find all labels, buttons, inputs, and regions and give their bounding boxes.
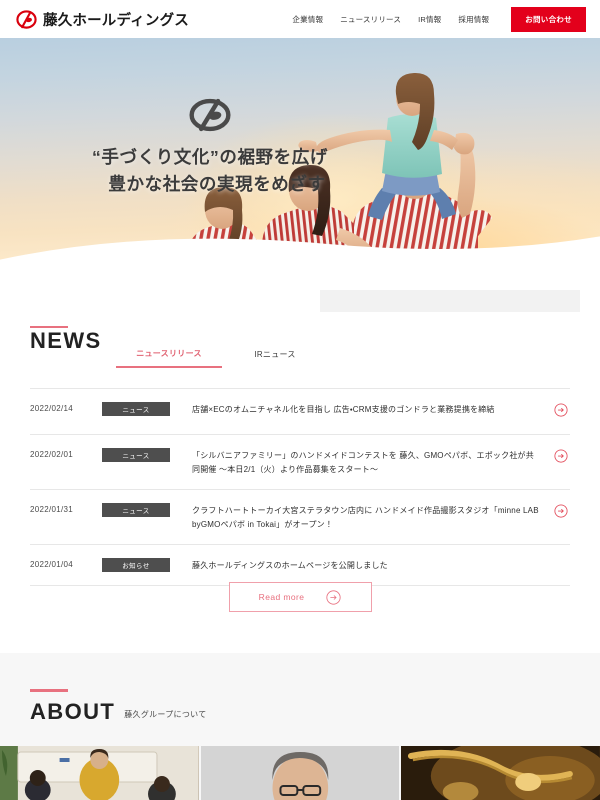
- contact-button[interactable]: お問い合わせ: [511, 6, 586, 32]
- hero-bottom-curve: [0, 236, 600, 290]
- nav-item-company[interactable]: 企業情報: [292, 14, 323, 25]
- about-title: ABOUT: [30, 699, 116, 724]
- about-subtitle: 藤久グループについて: [124, 710, 207, 719]
- portrait-photo: [200, 746, 400, 800]
- news-heading: NEWS: [30, 330, 102, 352]
- site-logo[interactable]: 藤久ホールディングス: [16, 9, 189, 30]
- tab-news-release[interactable]: ニュースリリース: [116, 348, 222, 368]
- circle-arrow-right-icon[interactable]: [554, 402, 570, 422]
- circle-arrow-right-icon[interactable]: [554, 448, 570, 468]
- news-title-text: 藤久ホールディングスのホームページを公開しました: [192, 561, 388, 570]
- table-row[interactable]: 2022/02/01 ニュース 「シルバニアファミリー」のハンドメイドコンテスト…: [30, 435, 570, 490]
- about-tile-jewelry[interactable]: [401, 746, 600, 800]
- about-tile-workshop[interactable]: [0, 746, 199, 800]
- news-tabs: ニュースリリース IRニュース: [116, 348, 328, 368]
- status-badge: ニュース: [102, 448, 170, 462]
- about-tile-portrait[interactable]: [200, 746, 400, 800]
- read-more-label: Read more: [258, 592, 305, 602]
- news-title: NEWS: [30, 328, 102, 353]
- jewelry-photo: [401, 746, 600, 800]
- status-badge: ニュース: [102, 503, 170, 517]
- news-date: 2022/01/04: [30, 560, 74, 569]
- hero-banner: “手づくり文化”の裾野を広げ 豊かな社会の実現をめざす: [0, 38, 600, 290]
- fujikyu-emblem-icon: [16, 9, 37, 29]
- news-title-text: 「シルバニアファミリー」のハンドメイドコンテストを 藤久、GMOペパボ、エポック…: [192, 451, 534, 474]
- table-row[interactable]: 2022/02/14 ニュース 店舗×ECのオムニチャネル化を目指し 広告・CR…: [30, 388, 570, 435]
- news-section: NEWS ニュースリリース IRニュース 2022/02/14 ニュース 店舗×…: [0, 290, 600, 653]
- nav-item-ir[interactable]: IR情報: [418, 14, 441, 25]
- about-heading: ABOUT 藤久グループについて: [30, 701, 207, 723]
- hero-copy: “手づくり文化”の裾野を広げ 豊かな社会の実現をめざす: [0, 98, 420, 198]
- fujikyu-emblem-icon: [189, 98, 231, 132]
- status-badge: ニュース: [102, 402, 170, 416]
- read-more-button[interactable]: Read more: [228, 582, 372, 612]
- circle-arrow-right-icon: [326, 589, 341, 605]
- news-date: 2022/01/31: [30, 505, 74, 514]
- news-date: 2022/02/14: [30, 404, 74, 413]
- about-accent-rule: [30, 689, 68, 692]
- site-header: 藤久ホールディングス 企業情報 ニュースリリース IR情報 採用情報 お問い合わ…: [0, 0, 600, 38]
- circle-arrow-right-icon[interactable]: [554, 503, 570, 523]
- hero-headline-line-1: “手づくり文化”の裾野を広げ: [92, 147, 328, 167]
- main-navigation: 企業情報 ニュースリリース IR情報 採用情報 お問い合わせ: [292, 6, 586, 32]
- nav-item-recruit[interactable]: 採用情報: [458, 14, 489, 25]
- status-badge: お知らせ: [102, 558, 170, 572]
- about-tiles: [0, 746, 600, 800]
- news-title-text: 店舗×ECのオムニチャネル化を目指し 広告・CRM支援のゴンドラと業務提携を締結: [192, 405, 495, 414]
- news-tab-filler-bar: [320, 290, 580, 312]
- workshop-photo: [0, 746, 199, 800]
- table-row[interactable]: 2022/01/04 お知らせ 藤久ホールディングスのホームページを公開しました: [30, 545, 570, 586]
- tab-ir-news[interactable]: IRニュース: [222, 349, 328, 367]
- circle-arrow-right-icon: [554, 558, 570, 559]
- news-title-text: クラフトハートトーカイ大宮ステラタウン店内に ハンドメイド作品撮影スタジオ「mi…: [192, 506, 539, 529]
- news-list: 2022/02/14 ニュース 店舗×ECのオムニチャネル化を目指し 広告・CR…: [30, 388, 570, 586]
- nav-item-news[interactable]: ニュースリリース: [340, 14, 401, 25]
- hero-headline-line-2: 豊かな社会の実現をめざす: [108, 174, 326, 195]
- page-root: 藤久ホールディングス 企業情報 ニュースリリース IR情報 採用情報 お問い合わ…: [0, 0, 600, 800]
- news-date: 2022/02/01: [30, 450, 74, 459]
- read-more-container: Read more: [0, 582, 600, 612]
- about-section: ABOUT 藤久グループについて: [0, 653, 600, 800]
- logo-text: 藤久ホールディングス: [43, 12, 189, 29]
- table-row[interactable]: 2022/01/31 ニュース クラフトハートトーカイ大宮ステラタウン店内に ハ…: [30, 490, 570, 545]
